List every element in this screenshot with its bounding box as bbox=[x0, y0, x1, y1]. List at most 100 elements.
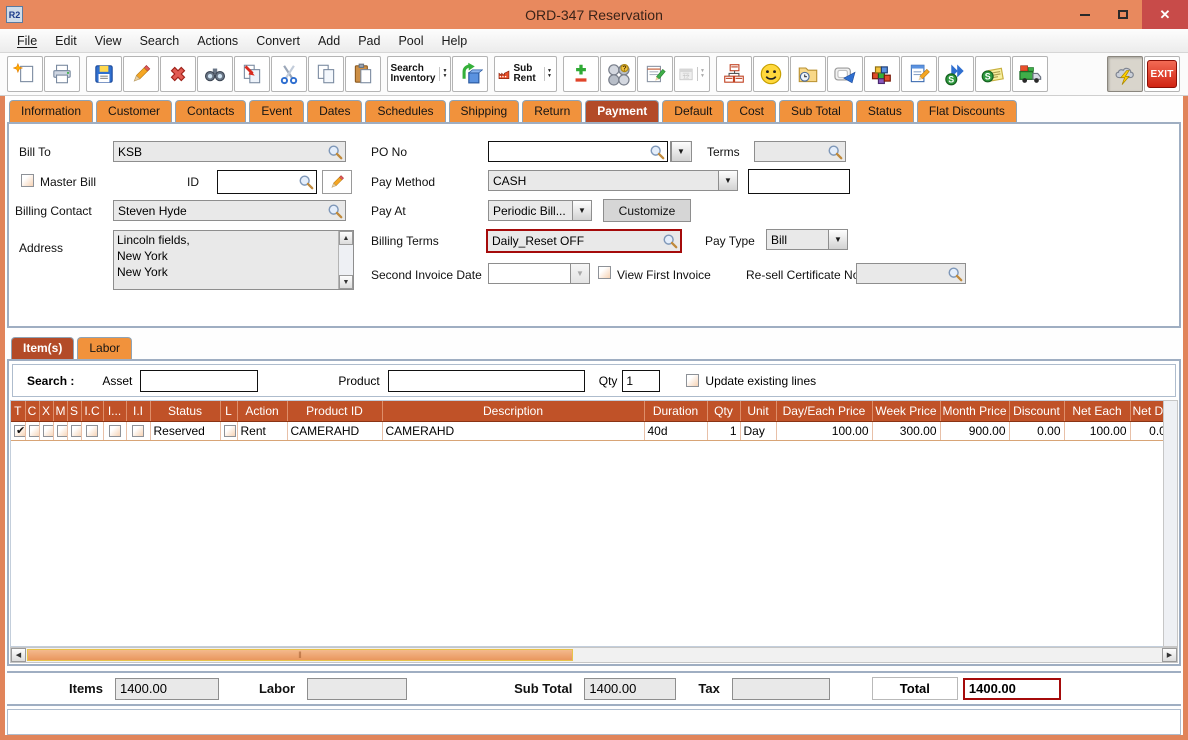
pay-type-combo[interactable]: Bill ▼ bbox=[766, 229, 848, 250]
menu-search[interactable]: Search bbox=[131, 31, 189, 51]
po-no-field[interactable] bbox=[488, 141, 668, 162]
table-horizontal-scrollbar[interactable]: ◀ ▶ bbox=[10, 647, 1178, 663]
bill-to-lookup-icon[interactable] bbox=[327, 144, 343, 160]
col-day-each-price[interactable]: Day/Each Price bbox=[776, 401, 872, 421]
update-existing-lines-checkbox[interactable] bbox=[686, 374, 699, 387]
tab-default[interactable]: Default bbox=[662, 100, 724, 122]
billing-terms-field[interactable] bbox=[486, 229, 682, 253]
schedule-calendar-button[interactable]: 12 ▼▼ bbox=[674, 56, 710, 92]
col-qty[interactable]: Qty bbox=[707, 401, 740, 421]
po-no-dropdown-arrow-icon[interactable]: ▼ bbox=[671, 142, 690, 161]
delivery-button[interactable] bbox=[1012, 56, 1048, 92]
invoice-note-button[interactable]: S bbox=[975, 56, 1011, 92]
row-idots-checkbox[interactable] bbox=[109, 425, 121, 437]
billing-contact-lookup-icon[interactable] bbox=[327, 203, 343, 219]
pay-method-dropdown-arrow-icon[interactable]: ▼ bbox=[718, 171, 737, 190]
pool-button[interactable]: ? bbox=[600, 56, 636, 92]
tab-shipping[interactable]: Shipping bbox=[449, 100, 520, 122]
maximize-button[interactable] bbox=[1104, 0, 1142, 29]
row-s-checkbox[interactable] bbox=[71, 425, 82, 437]
pay-method-extra-field[interactable] bbox=[748, 169, 850, 194]
bill-to-field[interactable] bbox=[113, 141, 346, 162]
po-no-input[interactable] bbox=[489, 145, 649, 159]
col-i-dots[interactable]: I... bbox=[103, 401, 126, 421]
feedback-button[interactable] bbox=[753, 56, 789, 92]
tab-dates[interactable]: Dates bbox=[307, 100, 362, 122]
tab-cost[interactable]: Cost bbox=[727, 100, 776, 122]
quick-key-button[interactable] bbox=[827, 56, 863, 92]
pay-at-dropdown-arrow-icon[interactable]: ▼ bbox=[572, 201, 591, 220]
col-product-id[interactable]: Product ID bbox=[287, 401, 382, 421]
row-m-checkbox[interactable] bbox=[57, 425, 68, 437]
address-scrollbar[interactable]: ▲ ▼ bbox=[338, 231, 353, 289]
sub-rent-dropdown-icon[interactable]: ▼▼ bbox=[544, 67, 554, 81]
col-net-disc[interactable]: Net Disc... bbox=[1130, 401, 1163, 421]
col-s[interactable]: S bbox=[67, 401, 81, 421]
tab-schedules[interactable]: Schedules bbox=[365, 100, 445, 122]
delete-button[interactable] bbox=[160, 56, 196, 92]
sub-rent-button[interactable]: Sub Rent ▼▼ bbox=[494, 56, 557, 92]
terms-field[interactable] bbox=[754, 141, 846, 162]
terms-input[interactable] bbox=[755, 145, 827, 159]
cut-button[interactable] bbox=[271, 56, 307, 92]
tab-event[interactable]: Event bbox=[249, 100, 304, 122]
print-button[interactable] bbox=[44, 56, 80, 92]
tab-flat-discounts[interactable]: Flat Discounts bbox=[917, 100, 1017, 122]
col-status[interactable]: Status bbox=[150, 401, 220, 421]
menu-edit[interactable]: Edit bbox=[46, 31, 86, 51]
tab-sub-total[interactable]: Sub Total bbox=[779, 100, 853, 122]
notes-button[interactable] bbox=[637, 56, 673, 92]
customize-button[interactable]: Customize bbox=[603, 199, 691, 222]
find-button[interactable] bbox=[197, 56, 233, 92]
hscroll-right-arrow-icon[interactable]: ▶ bbox=[1162, 648, 1177, 662]
menu-pool[interactable]: Pool bbox=[389, 31, 432, 51]
tab-contacts[interactable]: Contacts bbox=[175, 100, 246, 122]
quick-action-button[interactable] bbox=[1107, 56, 1143, 92]
master-bill-checkbox[interactable] bbox=[21, 174, 34, 187]
address-textarea[interactable]: Lincoln fields, New York New York bbox=[114, 231, 338, 289]
schedule-dropdown-icon[interactable]: ▼▼ bbox=[697, 67, 707, 81]
history-folder-button[interactable] bbox=[790, 56, 826, 92]
col-ic[interactable]: I.C bbox=[81, 401, 103, 421]
terms-lookup-icon[interactable] bbox=[827, 144, 843, 160]
col-unit[interactable]: Unit bbox=[740, 401, 776, 421]
col-action[interactable]: Action bbox=[237, 401, 287, 421]
billing-contact-input[interactable] bbox=[114, 204, 327, 218]
view-first-invoice-checkbox[interactable] bbox=[598, 266, 611, 279]
second-invoice-date-combo[interactable]: ▼ bbox=[488, 263, 590, 284]
memo-edit-button[interactable] bbox=[901, 56, 937, 92]
resell-certificate-field[interactable] bbox=[856, 263, 966, 284]
table-row[interactable]: Reserved Rent CAMERAHD CAMERAHD 40d 1 Da… bbox=[11, 421, 1163, 440]
address-scroll-down-icon[interactable]: ▼ bbox=[339, 275, 353, 289]
menu-add[interactable]: Add bbox=[309, 31, 349, 51]
col-x[interactable]: X bbox=[39, 401, 53, 421]
save-button[interactable] bbox=[86, 56, 122, 92]
id-input[interactable] bbox=[218, 175, 298, 189]
col-month-price[interactable]: Month Price bbox=[940, 401, 1009, 421]
col-description[interactable]: Description bbox=[382, 401, 644, 421]
col-ii[interactable]: I.I bbox=[126, 401, 150, 421]
row-t-checkbox[interactable] bbox=[14, 425, 25, 437]
col-discount[interactable]: Discount bbox=[1009, 401, 1064, 421]
col-m[interactable]: M bbox=[53, 401, 67, 421]
col-net-each[interactable]: Net Each bbox=[1064, 401, 1130, 421]
search-inventory-button[interactable]: Search Inventory ▼▼ bbox=[387, 56, 451, 92]
billing-terms-lookup-icon[interactable] bbox=[662, 233, 678, 249]
minimize-button[interactable] bbox=[1066, 0, 1104, 29]
address-field[interactable]: Lincoln fields, New York New York ▲ ▼ bbox=[113, 230, 354, 290]
col-c[interactable]: C bbox=[25, 401, 39, 421]
menu-pad[interactable]: Pad bbox=[349, 31, 389, 51]
id-lookup-icon[interactable] bbox=[298, 174, 314, 190]
copy-order-button[interactable] bbox=[234, 56, 270, 92]
row-l-checkbox[interactable] bbox=[224, 425, 236, 437]
tab-return[interactable]: Return bbox=[522, 100, 582, 122]
row-ii-checkbox[interactable] bbox=[132, 425, 144, 437]
search-inventory-dropdown-icon[interactable]: ▼▼ bbox=[439, 67, 449, 81]
inventory-blocks-button[interactable] bbox=[864, 56, 900, 92]
pay-at-combo[interactable]: Periodic Bill... ▼ bbox=[488, 200, 592, 221]
paste-button[interactable] bbox=[345, 56, 381, 92]
edit-button[interactable] bbox=[123, 56, 159, 92]
payment-transfer-button[interactable]: S bbox=[938, 56, 974, 92]
tab-payment[interactable]: Payment bbox=[585, 100, 659, 122]
col-week-price[interactable]: Week Price bbox=[872, 401, 940, 421]
